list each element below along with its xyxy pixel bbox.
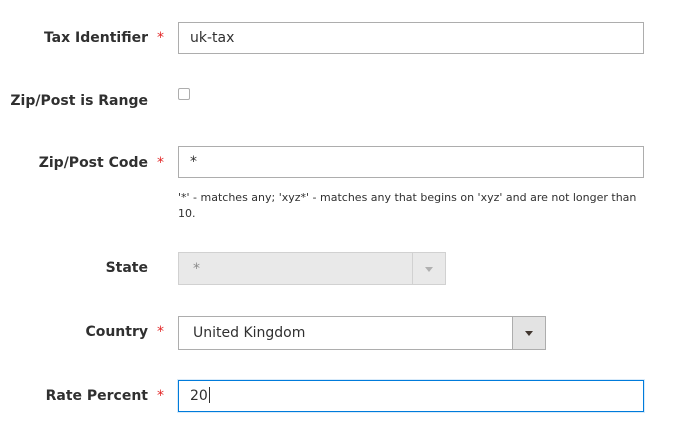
chevron-down-icon [425, 267, 433, 272]
text-cursor [208, 387, 210, 403]
tax-identifier-value: uk-tax [190, 30, 235, 46]
tax-identifier-input[interactable]: uk-tax [178, 22, 644, 54]
rate-percent-label: Rate Percent [45, 388, 148, 404]
state-label: State [105, 260, 148, 276]
rate-percent-value: 20 [190, 388, 208, 404]
tax-identifier-required-mark: * [157, 30, 164, 46]
zip-code-value: * [190, 154, 197, 170]
zip-is-range-label: Zip/Post is Range [10, 93, 148, 109]
zip-is-range-checkbox[interactable] [178, 88, 190, 100]
zip-code-label: Zip/Post Code [38, 155, 148, 171]
tax-identifier-label: Tax Identifier [43, 30, 148, 46]
zip-code-required-mark: * [157, 155, 164, 171]
country-required-mark: * [157, 324, 164, 340]
chevron-down-icon [525, 331, 533, 336]
rate-percent-required-mark: * [157, 388, 164, 404]
country-label: Country [85, 324, 148, 340]
country-dropdown-toggle[interactable] [512, 317, 545, 349]
state-value: * [193, 261, 200, 277]
zip-code-input[interactable]: * [178, 146, 644, 178]
country-select[interactable]: United Kingdom [178, 316, 546, 350]
rate-percent-input[interactable]: 20 [178, 380, 644, 412]
zip-code-note: '*' - matches any; 'xyz*' - matches any … [178, 191, 637, 220]
state-select[interactable]: * [178, 252, 446, 285]
country-value: United Kingdom [193, 325, 306, 341]
state-dropdown-toggle [412, 253, 445, 284]
